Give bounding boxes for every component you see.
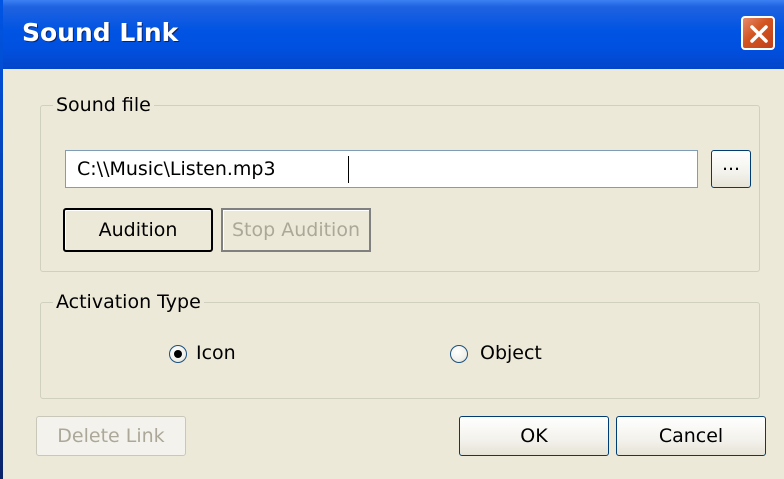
delete-link-button[interactable]: Delete Link <box>36 416 186 456</box>
ok-button-label: OK <box>520 425 548 447</box>
icon-radio-label[interactable]: Icon <box>196 342 236 364</box>
object-radio-label[interactable]: Object <box>480 342 542 364</box>
audition-button-label: Audition <box>98 219 178 241</box>
text-caret <box>348 156 349 183</box>
close-x-icon <box>750 25 768 43</box>
browse-button[interactable]: ... <box>711 150 751 188</box>
activation-type-group <box>40 302 760 399</box>
ok-button[interactable]: OK <box>459 416 609 456</box>
window-title: Sound Link <box>22 18 179 47</box>
sound-file-group-label: Sound file <box>53 94 154 116</box>
sound-link-dialog: Sound Link Sound file C:\\Music\Listen.m… <box>0 0 784 479</box>
activation-type-group-label: Activation Type <box>53 291 204 313</box>
title-bar[interactable]: Sound Link <box>0 0 784 69</box>
sound-file-path-value: C:\\Music\Listen.mp3 <box>77 158 276 180</box>
delete-link-button-label: Delete Link <box>57 425 165 447</box>
cancel-button-label: Cancel <box>658 425 724 447</box>
browse-button-label: ... <box>721 153 741 175</box>
audition-button[interactable]: Audition <box>63 208 213 252</box>
icon-radio[interactable] <box>169 345 187 363</box>
close-button[interactable] <box>741 16 775 50</box>
stop-audition-button[interactable]: Stop Audition <box>221 208 371 252</box>
sound-file-path-input[interactable]: C:\\Music\Listen.mp3 <box>65 150 698 188</box>
cancel-button[interactable]: Cancel <box>616 416 766 456</box>
object-radio[interactable] <box>450 345 468 363</box>
stop-audition-button-label: Stop Audition <box>231 219 360 241</box>
